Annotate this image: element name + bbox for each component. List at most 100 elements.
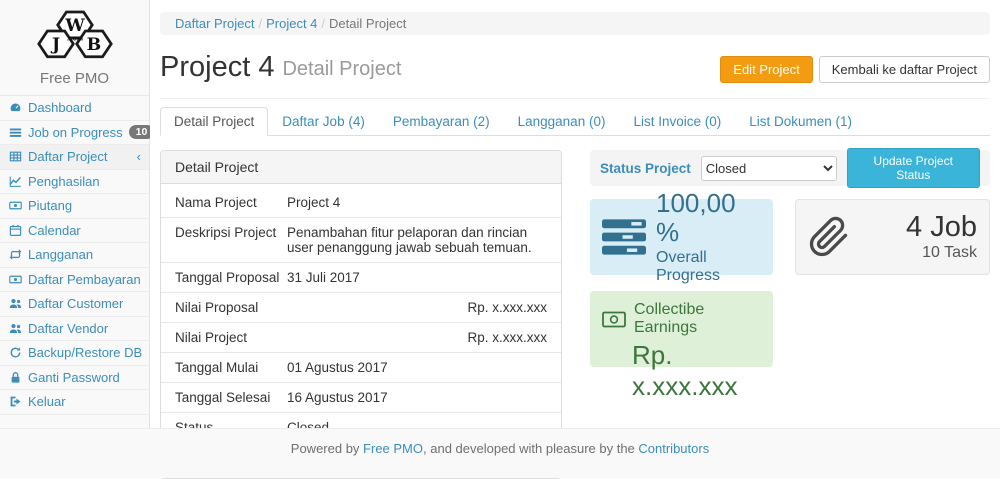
tab-langganan[interactable]: Langganan (0) [504,107,620,136]
detail-row-tanggal-proposal: Tanggal Proposal 31 Juli 2017 [161,263,561,293]
update-project-status-button[interactable]: Update Project Status [847,148,981,188]
footer-freepmo-link[interactable]: Free PMO [363,441,423,456]
sidebar-item-label: Backup/Restore DB [28,345,142,360]
calendar-icon [8,224,22,237]
sidebar-item-label: Penghasilan [28,174,100,189]
money-icon [8,273,22,286]
sidebar-item-job-on-progress[interactable]: Job on Progress 10 [0,121,149,146]
overall-progress-card: 100,00 % Overall Progress [590,199,773,275]
jwb-hexagon-logo-icon: W J B .com [0,6,149,68]
sidebar-item-label: Keluar [28,394,66,409]
sidebar-item-ganti-password[interactable]: Ganti Password [0,366,149,391]
tasks-icon [8,126,22,139]
tab-detail-project[interactable]: Detail Project [160,107,268,136]
content-row: W J B .com Free PMO Dashboard [0,0,1000,428]
earnings-value: Rp. x.xxx.xxx [632,340,761,402]
earnings-card-header: Collectibe Earnings [602,301,761,337]
detail-value: 16 Agustus 2017 [287,390,547,405]
sidebar-item-daftar-vendor[interactable]: Daftar Vendor [0,317,149,342]
table-icon [8,150,22,163]
overall-progress-value: 100,00 % [656,189,761,246]
line-chart-icon [8,175,22,188]
main-content: Daftar Project/Project 4/Detail Project … [150,0,1000,428]
dashboard-icon [8,101,22,114]
tab-list-dokumen[interactable]: List Dokumen (1) [735,107,866,136]
page-subtitle: Detail Project [282,58,401,81]
brand-name: Free PMO [0,70,149,87]
overall-progress-label: Overall Progress [656,249,761,285]
sidebar-item-daftar-project[interactable]: Daftar Project ‹ [0,145,149,170]
sidebar-item-daftar-customer[interactable]: Daftar Customer [0,292,149,317]
sidebar-item-piutang[interactable]: Piutang [0,194,149,219]
sidebar-item-penghasilan[interactable]: Penghasilan [0,170,149,195]
detail-row-nilai-project: Nilai Project Rp. x.xxx.xxx [161,323,561,353]
summary-cards: 100,00 % Overall Progress Collectibe Ear [590,199,990,367]
detail-label: Tanggal Mulai [175,360,287,375]
detail-value: Rp. x.xxx.xxx [287,330,547,345]
cards-left-column: 100,00 % Overall Progress Collectibe Ear [590,199,773,367]
tab-pembayaran[interactable]: Pembayaran (2) [379,107,504,136]
users-icon [8,297,22,310]
sidebar-item-label: Daftar Project [28,149,107,164]
status-project-select[interactable]: Closed [701,156,837,181]
detail-value: Project 4 [287,195,547,210]
sidebar-item-keluar[interactable]: Keluar [0,390,149,415]
breadcrumb-separator: / [254,16,266,31]
tab-list-invoice[interactable]: List Invoice (0) [619,107,735,136]
sidebar-item-label: Job on Progress [28,125,123,140]
job-card-text: 4 Job 10 Task [906,212,977,262]
detail-label: Nama Project [175,195,287,210]
brand-logo-box[interactable]: W J B .com Free PMO [0,0,149,95]
sign-out-icon [8,395,22,408]
footer-contributors-link[interactable]: Contributors [638,441,709,456]
cards-right-column: 4 Job 10 Task [795,199,990,367]
sidebar-item-daftar-pembayaran[interactable]: Daftar Pembayaran [0,268,149,293]
breadcrumb-project-4[interactable]: Project 4 [266,16,317,31]
paperclip-icon [808,213,850,261]
sidebar: W J B .com Free PMO Dashboard [0,0,150,428]
svg-text:J: J [49,35,59,55]
edit-project-button[interactable]: Edit Project [720,56,812,83]
sidebar-item-label: Calendar [28,223,81,238]
footer: Powered by Free PMO, and developed with … [0,428,1000,478]
sidebar-item-label: Piutang [28,198,72,213]
footer-text: , and developed with pleasure by the [423,441,638,456]
page-title: Project 4 [160,51,274,84]
status-project-label: Status Project [600,161,691,176]
refresh-icon [8,346,22,359]
detail-value: 01 Agustus 2017 [287,360,547,375]
detail-row-tanggal-mulai: Tanggal Mulai 01 Agustus 2017 [161,353,561,383]
detail-row-nilai-proposal: Nilai Proposal Rp. x.xxx.xxx [161,293,561,323]
progress-card-text: 100,00 % Overall Progress [656,189,761,284]
breadcrumb-daftar-project[interactable]: Daftar Project [175,16,254,31]
detail-row-nama-project: Nama Project Project 4 [161,188,561,218]
breadcrumb-current: Detail Project [329,16,406,31]
detail-value: Penambahan fitur pelaporan dan rincian u… [287,225,547,255]
task-count-value: 10 Task [906,244,977,262]
breadcrumb-separator: / [317,16,329,31]
tab-daftar-job[interactable]: Daftar Job (4) [268,107,379,136]
sidebar-item-backup-restore-db[interactable]: Backup/Restore DB [0,341,149,366]
collectible-earnings-card: Collectibe Earnings Rp. x.xxx.xxx [590,291,773,367]
job-task-count-card: 4 Job 10 Task [795,199,990,275]
svg-text:W: W [64,16,85,36]
detail-value: Rp. x.xxx.xxx [287,300,547,315]
breadcrumb: Daftar Project/Project 4/Detail Project [160,12,990,35]
sidebar-item-dashboard[interactable]: Dashboard [0,96,149,121]
footer-text: Powered by [291,441,363,456]
page-header: Project 4 Detail Project Edit Project Ke… [160,47,990,92]
svg-text:.com: .com [66,35,82,42]
repeat-icon [8,248,22,261]
detail-label: Tanggal Selesai [175,390,287,405]
detail-label: Tanggal Proposal [175,270,287,285]
back-to-project-list-button[interactable]: Kembali ke daftar Project [819,56,990,83]
earnings-label: Collectibe Earnings [634,301,761,337]
panel-title: Detail Project [161,151,561,184]
app-window: W J B .com Free PMO Dashboard [0,0,1000,478]
sidebar-item-label: Daftar Customer [28,296,123,311]
users-icon [8,322,22,335]
sidebar-menu: Dashboard Job on Progress 10 Daftar Proj… [0,95,149,415]
sidebar-item-calendar[interactable]: Calendar [0,219,149,244]
detail-label: Deskripsi Project [175,225,287,255]
sidebar-item-langganan[interactable]: Langganan [0,243,149,268]
